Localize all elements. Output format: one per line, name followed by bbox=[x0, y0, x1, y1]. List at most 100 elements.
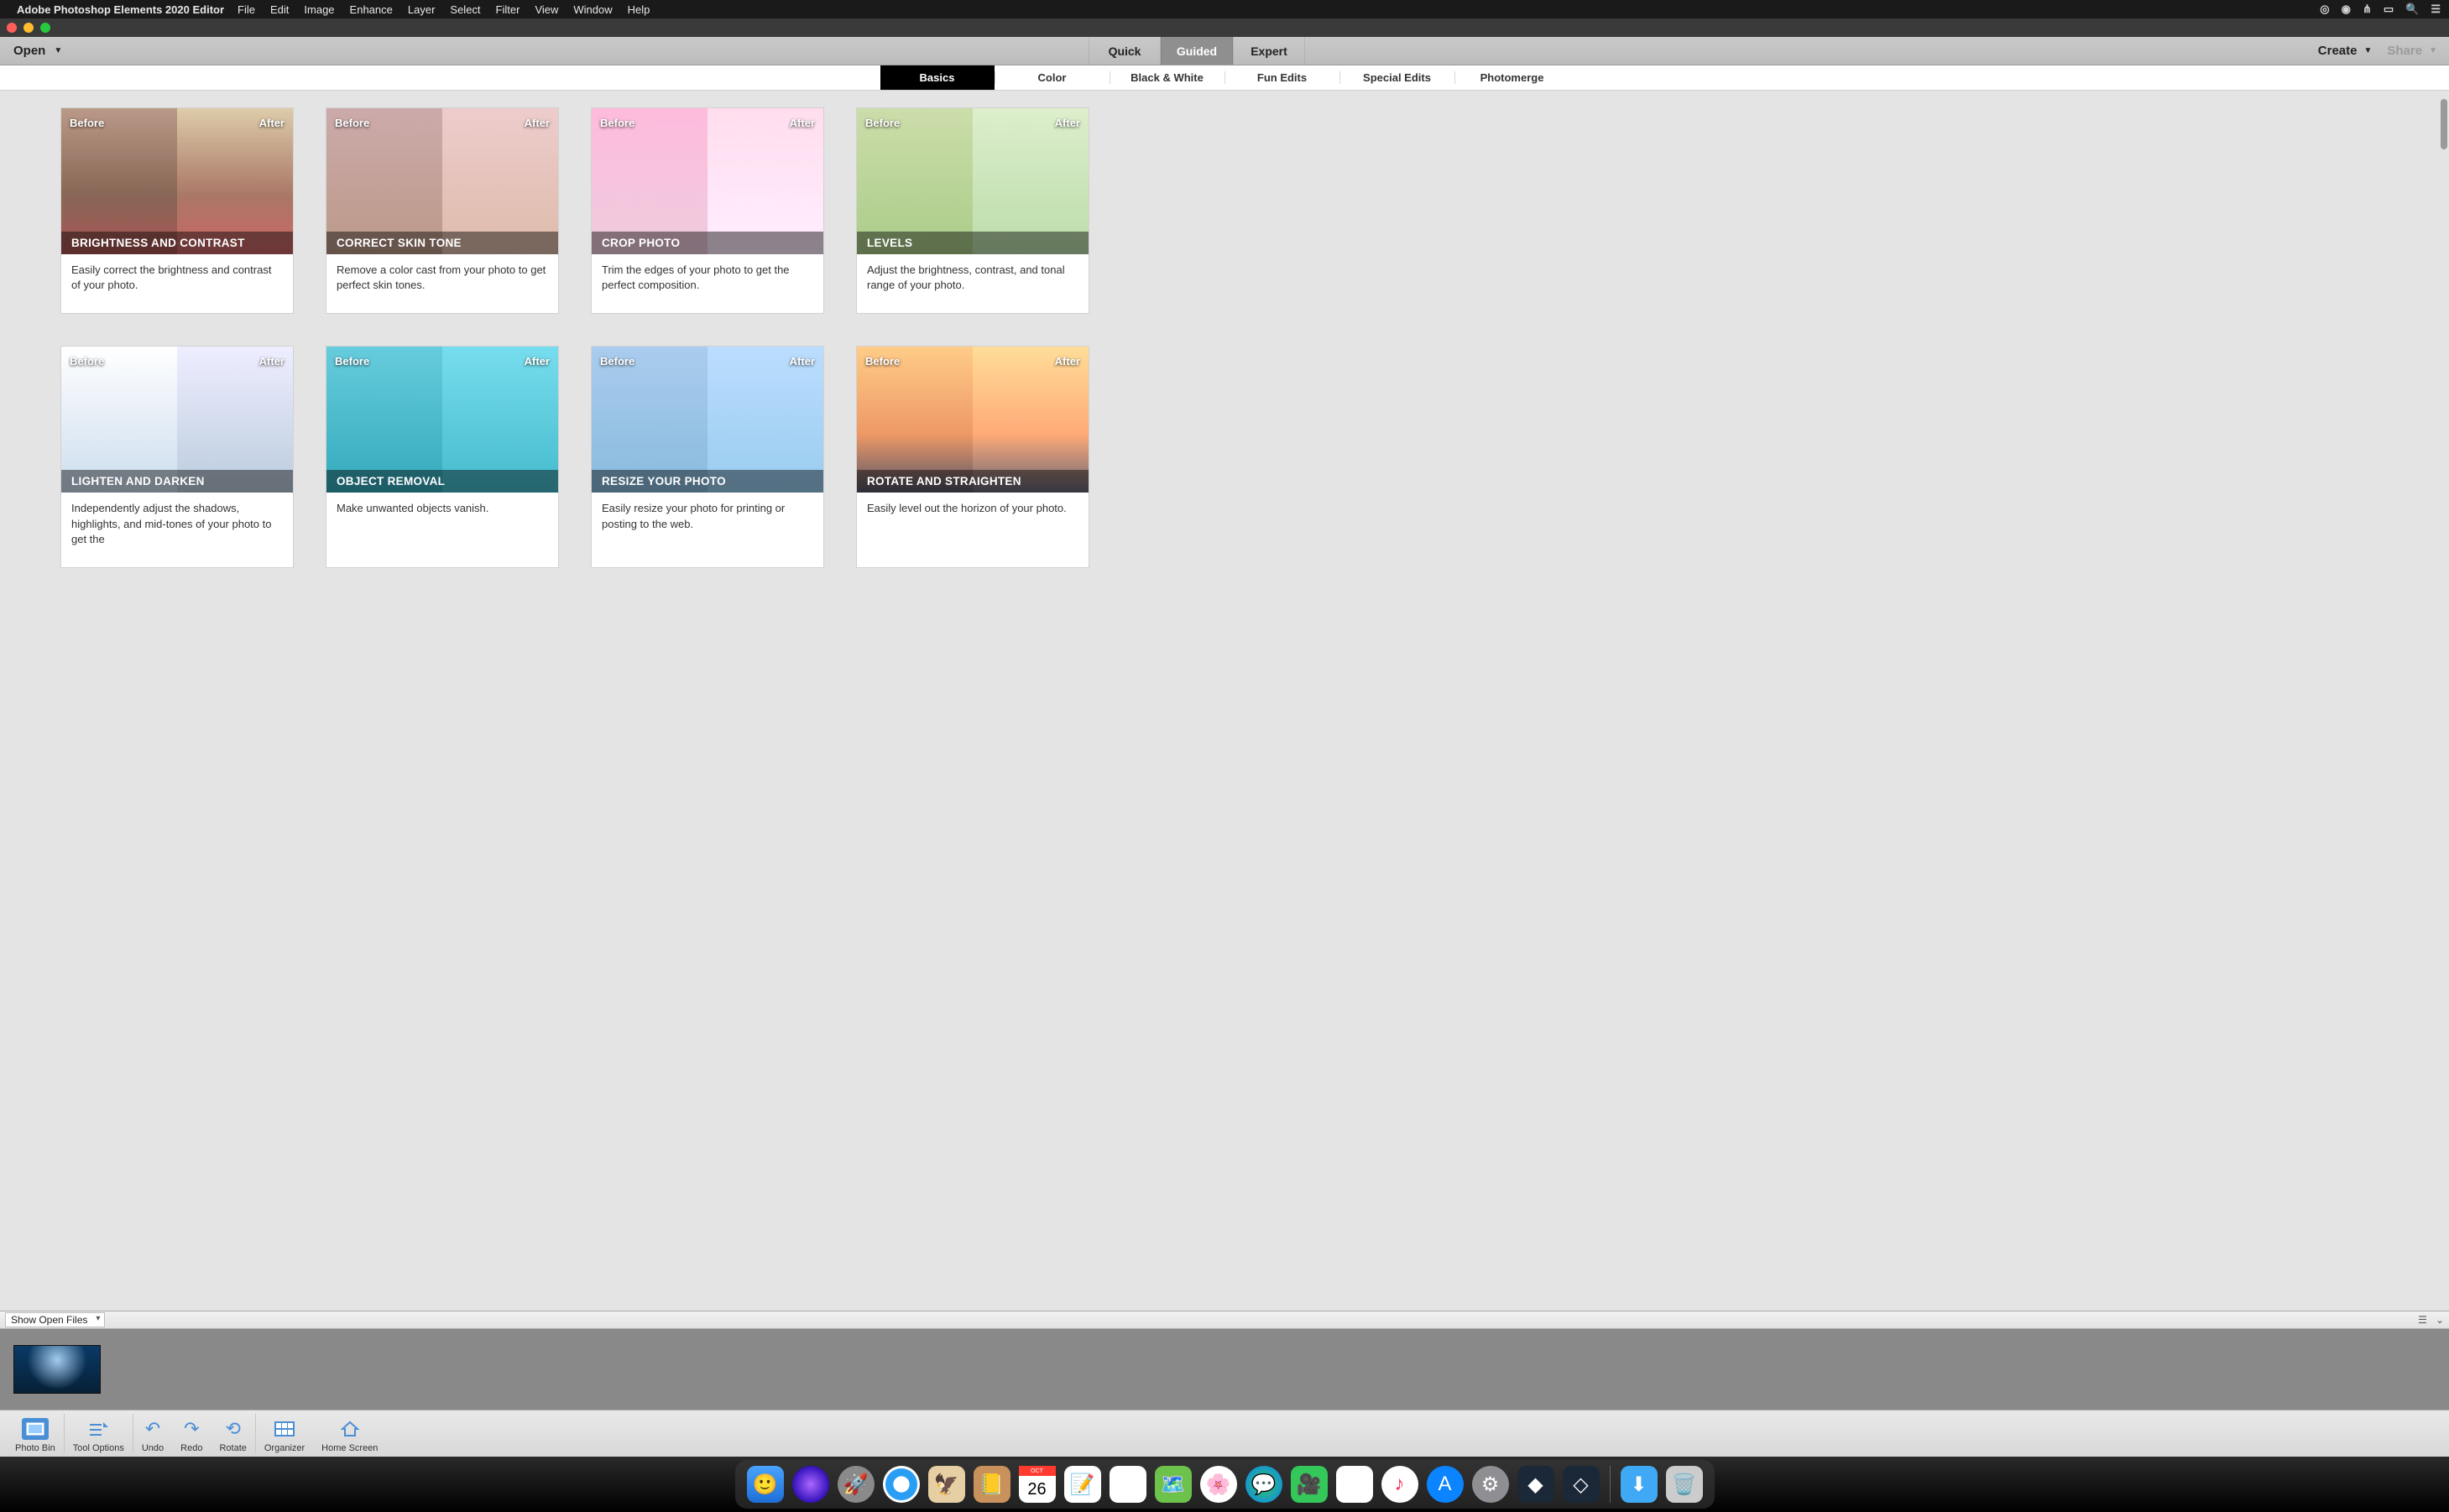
category-black-white[interactable]: Black & White bbox=[1110, 65, 1224, 90]
guided-edit-card[interactable]: BeforeAfterLIGHTEN AND DARKENIndependent… bbox=[60, 346, 294, 568]
bin-collapse-icon[interactable]: ⌄ bbox=[2436, 1314, 2444, 1326]
dock-contacts-icon[interactable]: 📒 bbox=[974, 1466, 1010, 1503]
tool-rotate[interactable]: ⟲ Rotate bbox=[211, 1414, 255, 1453]
mode-expert[interactable]: Expert bbox=[1233, 37, 1305, 65]
after-label: After bbox=[525, 355, 550, 368]
bluetooth-icon[interactable]: ⋔ bbox=[2363, 3, 2372, 16]
category-special-edits[interactable]: Special Edits bbox=[1340, 65, 1454, 90]
menu-file[interactable]: File bbox=[238, 3, 255, 16]
guided-category-tabs: Basics Color Black & White Fun Edits Spe… bbox=[0, 65, 2449, 91]
dock-music-icon[interactable]: ♪ bbox=[1381, 1466, 1418, 1503]
guided-edit-card[interactable]: BeforeAfterCORRECT SKIN TONERemove a col… bbox=[326, 107, 559, 314]
card-title: ROTATE AND STRAIGHTEN bbox=[857, 470, 1089, 493]
card-thumbnail: BeforeAfterOBJECT REMOVAL bbox=[326, 347, 558, 493]
category-label: Black & White bbox=[1131, 71, 1204, 84]
menu-filter[interactable]: Filter bbox=[496, 3, 520, 16]
control-center-icon[interactable]: ☰ bbox=[2431, 3, 2441, 16]
guided-edit-card[interactable]: BeforeAfterRESIZE YOUR PHOTOEasily resiz… bbox=[591, 346, 824, 568]
card-thumbnail: BeforeAfterLIGHTEN AND DARKEN bbox=[61, 347, 293, 493]
menu-edit[interactable]: Edit bbox=[270, 3, 289, 16]
create-button[interactable]: Create ▼ bbox=[2318, 44, 2373, 58]
tool-tool-options[interactable]: Tool Options bbox=[65, 1414, 133, 1453]
category-basics[interactable]: Basics bbox=[880, 65, 995, 90]
tool-photo-bin[interactable]: Photo Bin bbox=[7, 1414, 65, 1453]
card-description: Easily resize your photo for printing or… bbox=[592, 493, 823, 551]
guided-edit-card[interactable]: BeforeAfterBRIGHTNESS AND CONTRASTEasily… bbox=[60, 107, 294, 314]
window-minimize-button[interactable] bbox=[23, 23, 34, 33]
card-thumbnail: BeforeAfterLEVELS bbox=[857, 108, 1089, 254]
tool-options-icon bbox=[88, 1418, 108, 1440]
menu-window[interactable]: Window bbox=[573, 3, 612, 16]
before-label: Before bbox=[335, 355, 369, 368]
category-photomerge[interactable]: Photomerge bbox=[1455, 65, 1569, 90]
menu-enhance[interactable]: Enhance bbox=[350, 3, 393, 16]
after-label: After bbox=[259, 355, 285, 368]
mode-quick[interactable]: Quick bbox=[1089, 37, 1161, 65]
macos-menubar: Adobe Photoshop Elements 2020 Editor Fil… bbox=[0, 0, 2449, 18]
dock-finder-icon[interactable]: 🙂 bbox=[747, 1466, 784, 1503]
guided-edit-card[interactable]: BeforeAfterCROP PHOTOTrim the edges of y… bbox=[591, 107, 824, 314]
guided-edit-gallery[interactable]: Before After BRIGHTNESS AND CONTRAST Easily… bbox=[0, 91, 2449, 1311]
app-name[interactable]: Adobe Photoshop Elements 2020 Editor bbox=[17, 3, 224, 16]
after-label: After bbox=[259, 117, 285, 129]
photo-bin-thumbnail[interactable] bbox=[13, 1345, 101, 1394]
bin-list-icon[interactable]: ☰ bbox=[2418, 1314, 2427, 1326]
menu-view[interactable]: View bbox=[535, 3, 558, 16]
open-button-label: Open bbox=[13, 44, 45, 58]
dock-pse-organizer-icon[interactable]: ◆ bbox=[1517, 1466, 1554, 1503]
window-close-button[interactable] bbox=[7, 23, 17, 33]
menu-help[interactable]: Help bbox=[628, 3, 650, 16]
tool-label: Redo bbox=[180, 1443, 202, 1453]
dock-launchpad-icon[interactable]: 🚀 bbox=[838, 1466, 875, 1503]
before-label: Before bbox=[865, 355, 900, 368]
tool-undo[interactable]: ↶ Undo bbox=[133, 1414, 172, 1453]
mode-guided[interactable]: Guided bbox=[1161, 37, 1233, 65]
dock-mail-icon[interactable]: 🦅 bbox=[928, 1466, 965, 1503]
dock-notes-icon[interactable]: 📝 bbox=[1064, 1466, 1101, 1503]
card-title: BRIGHTNESS AND CONTRAST bbox=[61, 232, 293, 254]
dock-pse-editor-icon[interactable]: ◇ bbox=[1563, 1466, 1600, 1503]
tool-label: Tool Options bbox=[73, 1443, 124, 1453]
dock-facetime-icon[interactable]: 🎥 bbox=[1291, 1466, 1328, 1503]
menu-select[interactable]: Select bbox=[450, 3, 480, 16]
menu-layer[interactable]: Layer bbox=[408, 3, 436, 16]
creative-cloud-icon[interactable]: ◎ bbox=[2320, 3, 2329, 16]
dock-safari-icon[interactable] bbox=[883, 1466, 920, 1503]
tool-redo[interactable]: ↷ Redo bbox=[172, 1414, 211, 1453]
dock-siri-icon[interactable] bbox=[792, 1466, 829, 1503]
dock-maps-icon[interactable]: 🗺️ bbox=[1155, 1466, 1192, 1503]
guided-edit-card[interactable]: BeforeAfterROTATE AND STRAIGHTENEasily l… bbox=[856, 346, 1089, 568]
card-title: CORRECT SKIN TONE bbox=[326, 232, 558, 254]
dock-settings-icon[interactable]: ⚙︎ bbox=[1472, 1466, 1509, 1503]
dock-reminders-icon[interactable]: ☑︎ bbox=[1110, 1466, 1146, 1503]
guided-edit-card[interactable]: BeforeAfterOBJECT REMOVALMake unwanted o… bbox=[326, 346, 559, 568]
dock-calendar-icon[interactable]: OCT 26 bbox=[1019, 1466, 1056, 1503]
guided-edit-card[interactable]: BeforeAfterLEVELSAdjust the brightness, … bbox=[856, 107, 1089, 314]
photo-bin-dropdown-label: Show Open Files bbox=[11, 1314, 87, 1326]
spotlight-icon[interactable]: 🔍 bbox=[2405, 3, 2419, 16]
dock-messages-icon[interactable]: 💬 bbox=[1245, 1466, 1282, 1503]
open-button[interactable]: Open ▼ bbox=[0, 37, 76, 65]
dock-photos-icon[interactable]: 🌸 bbox=[1200, 1466, 1237, 1503]
before-label: Before bbox=[600, 355, 634, 368]
category-fun-edits[interactable]: Fun Edits bbox=[1225, 65, 1339, 90]
notifications-icon[interactable]: ◉ bbox=[2342, 3, 2351, 16]
dock-trash-icon[interactable]: 🗑️ bbox=[1666, 1466, 1703, 1503]
photo-bin-dropdown[interactable]: Show Open Files bbox=[5, 1312, 105, 1327]
category-color[interactable]: Color bbox=[995, 65, 1110, 90]
share-button-label: Share bbox=[2387, 44, 2422, 58]
share-button[interactable]: Share ▼ bbox=[2387, 44, 2437, 58]
displays-icon[interactable]: ▭ bbox=[2384, 3, 2394, 16]
tool-home-screen[interactable]: Home Screen bbox=[313, 1414, 386, 1453]
before-label: Before bbox=[600, 117, 634, 129]
menu-image[interactable]: Image bbox=[304, 3, 334, 16]
dock-news-icon[interactable]: N bbox=[1336, 1466, 1373, 1503]
dock-divider bbox=[1610, 1466, 1611, 1503]
before-label: Before bbox=[335, 117, 369, 129]
scrollbar-thumb[interactable] bbox=[2441, 99, 2447, 149]
dock-appstore-icon[interactable]: A bbox=[1427, 1466, 1464, 1503]
photo-bin bbox=[0, 1329, 2449, 1410]
window-zoom-button[interactable] bbox=[40, 23, 50, 33]
dock-downloads-icon[interactable]: ⬇︎ bbox=[1621, 1466, 1658, 1503]
tool-organizer[interactable]: Organizer bbox=[256, 1414, 313, 1453]
